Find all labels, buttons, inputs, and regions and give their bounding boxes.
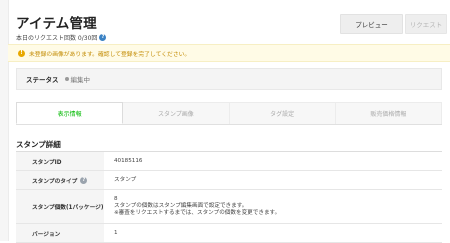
stamp-id-value: 40185116 [114, 157, 143, 164]
row-value: 8 スタンプの個数はスタンプ編集画面で設定できます。 ※審査をリクエストするまで… [104, 190, 442, 223]
row-value: スタンプ [104, 171, 442, 189]
stamp-count-value: 8 [114, 196, 118, 202]
status-value: 編集中 [64, 74, 91, 84]
help-icon[interactable]: ? [99, 34, 107, 41]
tab-sales-price[interactable]: 販売価格情報 [335, 102, 442, 124]
tab-bar: 表示情報 スタンプ画像 タグ設定 販売価格情報 [16, 102, 442, 125]
status-dot-icon [64, 77, 69, 81]
alert-text: 未登録の画像があります。確認して登録を完了してください。 [29, 51, 191, 58]
section-title: スタンプ詳細 [16, 140, 61, 149]
table-row: スタンプID 40185116 [16, 152, 442, 171]
request-count-text: 本日のリクエスト回数 0/30回 [16, 35, 98, 42]
row-value: 40185116 [104, 152, 442, 170]
table-row: スタンプのタイプ ? スタンプ [16, 171, 442, 190]
help-icon[interactable]: ? [80, 176, 88, 184]
stamp-count-note: ※審査をリクエストするまでは、スタンプの個数を変更できます。 [114, 210, 281, 216]
status-panel: ステータス 編集中 [16, 68, 442, 90]
warning-icon: ! [18, 49, 25, 57]
tab-display-info[interactable]: 表示情報 [16, 102, 124, 124]
row-label: バージョン [16, 224, 104, 242]
row-label: スタンプのタイプ ? [16, 171, 104, 189]
row-value: 1 [104, 224, 442, 242]
row-label-text: スタンプのタイプ [32, 178, 78, 185]
stamp-count-note: スタンプの個数はスタンプ編集画面で設定できます。 [114, 203, 248, 209]
table-row: スタンプ個数(1パッケージ) 8 スタンプの個数はスタンプ編集画面で設定できます… [16, 190, 442, 224]
request-button[interactable]: リクエスト [405, 14, 447, 34]
warning-alert: ! 未登録の画像があります。確認して登録を完了してください。 [8, 44, 450, 62]
request-count: 本日のリクエスト回数 0/30回 ? [16, 33, 107, 42]
status-label: ステータス [26, 76, 59, 84]
tab-stamp-images[interactable]: スタンプ画像 [123, 102, 230, 124]
detail-table: スタンプID 40185116 スタンプのタイプ ? スタンプ スタンプ個数(1… [16, 151, 442, 243]
page-title: アイテム管理 [16, 16, 97, 32]
row-label: スタンプ個数(1パッケージ) [16, 190, 104, 223]
stamp-type-value: スタンプ [114, 176, 137, 183]
row-label: スタンプID [16, 152, 104, 170]
tab-tag-settings[interactable]: タグ設定 [229, 102, 336, 124]
table-row: バージョン 1 [16, 224, 442, 243]
version-value: 1 [114, 229, 118, 236]
preview-button[interactable]: プレビュー [340, 14, 403, 34]
side-rail [0, 0, 9, 241]
status-value-text: 編集中 [70, 76, 91, 84]
